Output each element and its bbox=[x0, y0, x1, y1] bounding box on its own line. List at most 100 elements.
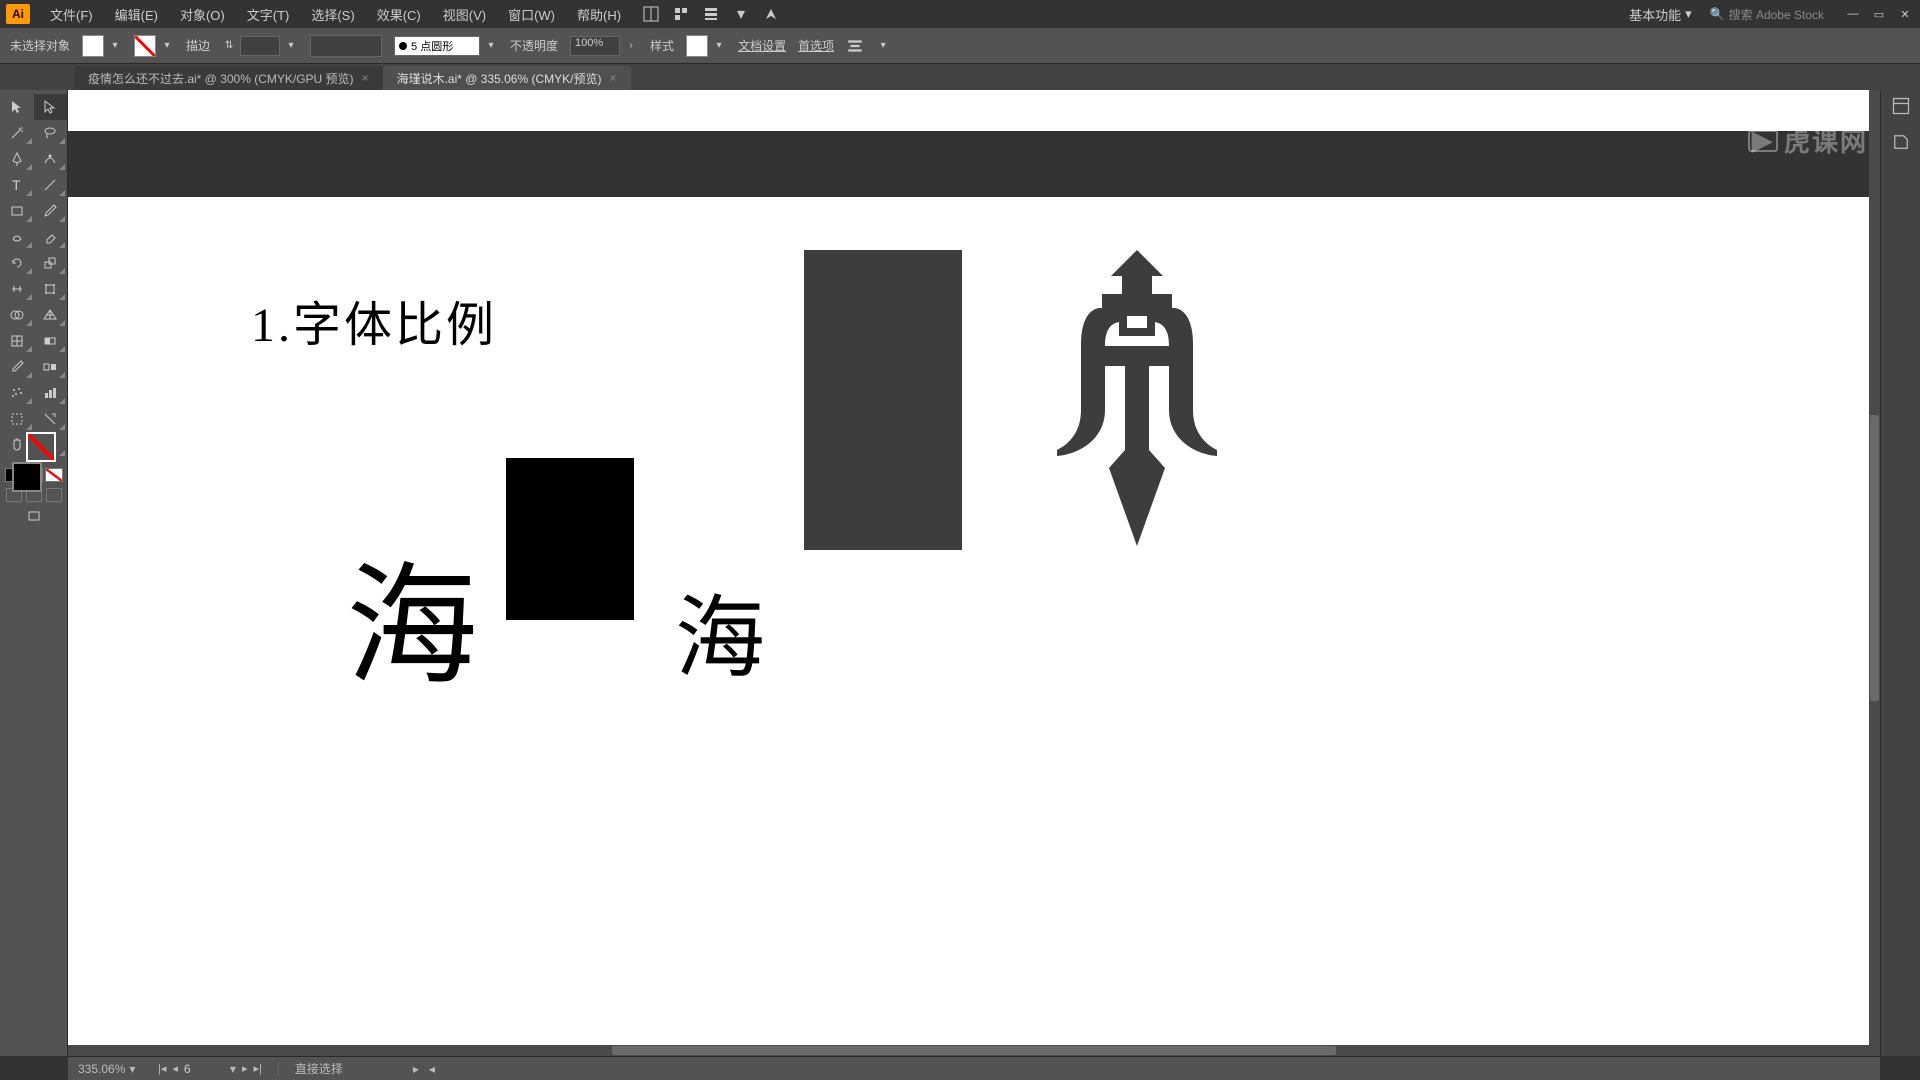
screen-mode-button[interactable] bbox=[26, 508, 42, 524]
properties-panel-icon[interactable] bbox=[1891, 96, 1911, 116]
last-artboard-button[interactable]: ▸| bbox=[253, 1062, 261, 1075]
shape-builder-tool[interactable] bbox=[0, 302, 34, 328]
maximize-button[interactable]: ▭ bbox=[1870, 7, 1888, 21]
menu-edit[interactable]: 编辑(E) bbox=[105, 1, 168, 28]
libraries-panel-icon[interactable] bbox=[1891, 132, 1911, 152]
scale-tool[interactable] bbox=[34, 250, 68, 276]
document-tab-1[interactable]: 疫情怎么还不过去.ai* @ 300% (CMYK/GPU 预览) × bbox=[74, 66, 383, 90]
horizontal-scrollbar[interactable] bbox=[68, 1045, 1880, 1056]
pasteboard-gap bbox=[68, 131, 1880, 197]
color-mode-none[interactable] bbox=[45, 468, 63, 482]
no-selection-label: 未选择对象 bbox=[10, 37, 70, 54]
current-tool-hint: 直接选择 bbox=[295, 1060, 343, 1077]
style-swatch[interactable] bbox=[686, 35, 708, 57]
align-icon[interactable] bbox=[846, 37, 864, 55]
shaper-tool[interactable] bbox=[0, 224, 34, 250]
stepper-icon[interactable]: ⇅ bbox=[222, 39, 236, 53]
chevron-down-icon: ▾ bbox=[129, 1062, 135, 1076]
status-menu-icon[interactable]: ◂ bbox=[429, 1062, 435, 1076]
gradient-tool[interactable] bbox=[34, 328, 68, 354]
chevron-down-icon[interactable]: ▾ bbox=[712, 39, 726, 53]
paintbrush-tool[interactable] bbox=[34, 198, 68, 224]
direct-selection-tool[interactable] bbox=[34, 94, 68, 120]
menu-help[interactable]: 帮助(H) bbox=[567, 1, 631, 28]
width-tool[interactable] bbox=[0, 276, 34, 302]
chevron-down-icon[interactable]: ▾ bbox=[733, 6, 749, 22]
stock-search-placeholder: 搜索 Adobe Stock bbox=[1729, 6, 1824, 23]
close-button[interactable]: ✕ bbox=[1896, 7, 1914, 21]
opacity-input[interactable]: 100% bbox=[570, 36, 620, 56]
stroke-swatch[interactable] bbox=[134, 35, 156, 57]
rocket-icon[interactable] bbox=[763, 6, 779, 22]
arrange-icon[interactable] bbox=[673, 6, 689, 22]
menu-select[interactable]: 选择(S) bbox=[301, 1, 364, 28]
prev-artboard-button[interactable]: ◂ bbox=[172, 1062, 178, 1075]
profile-selector[interactable]: 5 点圆形 bbox=[394, 36, 480, 56]
chevron-right-icon[interactable]: › bbox=[624, 39, 638, 53]
free-transform-tool[interactable] bbox=[34, 276, 68, 302]
mesh-tool[interactable] bbox=[0, 328, 34, 354]
perspective-tool[interactable] bbox=[34, 302, 68, 328]
curvature-tool[interactable] bbox=[34, 146, 68, 172]
eyedropper-tool[interactable] bbox=[0, 354, 34, 380]
tab-label: 海瑾说木.ai* @ 335.06% (CMYK/预览) bbox=[397, 70, 602, 87]
stack-icon[interactable] bbox=[703, 6, 719, 22]
chevron-down-icon[interactable]: ▾ bbox=[284, 39, 298, 53]
doc-setup-button[interactable]: 文档设置 bbox=[738, 37, 786, 54]
scrollbar-thumb[interactable] bbox=[1870, 415, 1879, 702]
fill-swatch[interactable] bbox=[82, 35, 104, 57]
menu-object[interactable]: 对象(O) bbox=[170, 1, 235, 28]
menu-type[interactable]: 文字(T) bbox=[237, 1, 300, 28]
artboard-tool[interactable] bbox=[0, 406, 34, 432]
rectangle-tool[interactable] bbox=[0, 198, 34, 224]
artboard-navigation: |◂ ◂ 6 ▾ ▸ ▸| bbox=[158, 1062, 262, 1076]
layout-icon[interactable] bbox=[643, 6, 659, 22]
draw-inside[interactable] bbox=[46, 488, 62, 502]
canvas[interactable]: 1.字体比例 海 ↖ 海 ▶ 虎课网 bbox=[68, 90, 1880, 1056]
document-tab-2[interactable]: 海瑾说木.ai* @ 335.06% (CMYK/预览) × bbox=[383, 66, 631, 90]
blend-tool[interactable] bbox=[34, 354, 68, 380]
symbol-sprayer-tool[interactable] bbox=[0, 380, 34, 406]
fill-box[interactable] bbox=[12, 462, 42, 492]
menu-window[interactable]: 窗口(W) bbox=[498, 1, 565, 28]
first-artboard-button[interactable]: |◂ bbox=[158, 1062, 166, 1075]
close-icon[interactable]: × bbox=[362, 71, 369, 85]
next-artboard-button[interactable]: ▸ bbox=[242, 1062, 248, 1075]
chevron-down-icon[interactable]: ▾ bbox=[108, 39, 122, 53]
magic-wand-tool[interactable] bbox=[0, 120, 34, 146]
chevron-down-icon[interactable]: ▾ bbox=[876, 39, 890, 53]
slice-tool[interactable] bbox=[34, 406, 68, 432]
selection-tool[interactable] bbox=[0, 94, 34, 120]
prefs-button[interactable]: 首选项 bbox=[798, 37, 834, 54]
close-icon[interactable]: × bbox=[609, 71, 616, 85]
stroke-width-input[interactable] bbox=[240, 36, 280, 56]
eraser-tool[interactable] bbox=[34, 224, 68, 250]
brush-preview[interactable] bbox=[310, 35, 382, 57]
svg-text:T: T bbox=[12, 177, 21, 193]
artboard-number-input[interactable]: 6 bbox=[184, 1062, 224, 1076]
gray-rectangle-shape bbox=[804, 250, 962, 550]
status-bar: 335.06% ▾ |◂ ◂ 6 ▾ ▸ ▸| 直接选择 ▸ ◂ bbox=[68, 1056, 1880, 1080]
column-graph-tool[interactable] bbox=[34, 380, 68, 406]
status-expand-icon[interactable]: ▸ bbox=[413, 1062, 419, 1076]
cursor-icon: ↖ bbox=[603, 605, 615, 622]
tools-panel: T bbox=[0, 90, 68, 1056]
rotate-tool[interactable] bbox=[0, 250, 34, 276]
lasso-tool[interactable] bbox=[34, 120, 68, 146]
type-tool[interactable]: T bbox=[0, 172, 34, 198]
chevron-down-icon[interactable]: ▾ bbox=[160, 39, 174, 53]
vertical-scrollbar[interactable] bbox=[1869, 90, 1880, 1045]
stock-search[interactable]: 🔍 搜索 Adobe Stock bbox=[1710, 6, 1824, 23]
line-tool[interactable] bbox=[34, 172, 68, 198]
minimize-button[interactable]: — bbox=[1844, 7, 1862, 21]
menu-effect[interactable]: 效果(C) bbox=[367, 1, 431, 28]
workspace-selector[interactable]: 基本功能 ▾ bbox=[1623, 3, 1698, 26]
menu-view[interactable]: 视图(V) bbox=[433, 1, 496, 28]
scrollbar-thumb[interactable] bbox=[612, 1046, 1337, 1055]
menu-file[interactable]: 文件(F) bbox=[40, 1, 103, 28]
stroke-box[interactable] bbox=[26, 432, 56, 462]
zoom-level[interactable]: 335.06% ▾ bbox=[78, 1062, 148, 1076]
chevron-down-icon[interactable]: ▾ bbox=[484, 39, 498, 53]
pen-tool[interactable] bbox=[0, 146, 34, 172]
chevron-down-icon[interactable]: ▾ bbox=[230, 1062, 236, 1076]
